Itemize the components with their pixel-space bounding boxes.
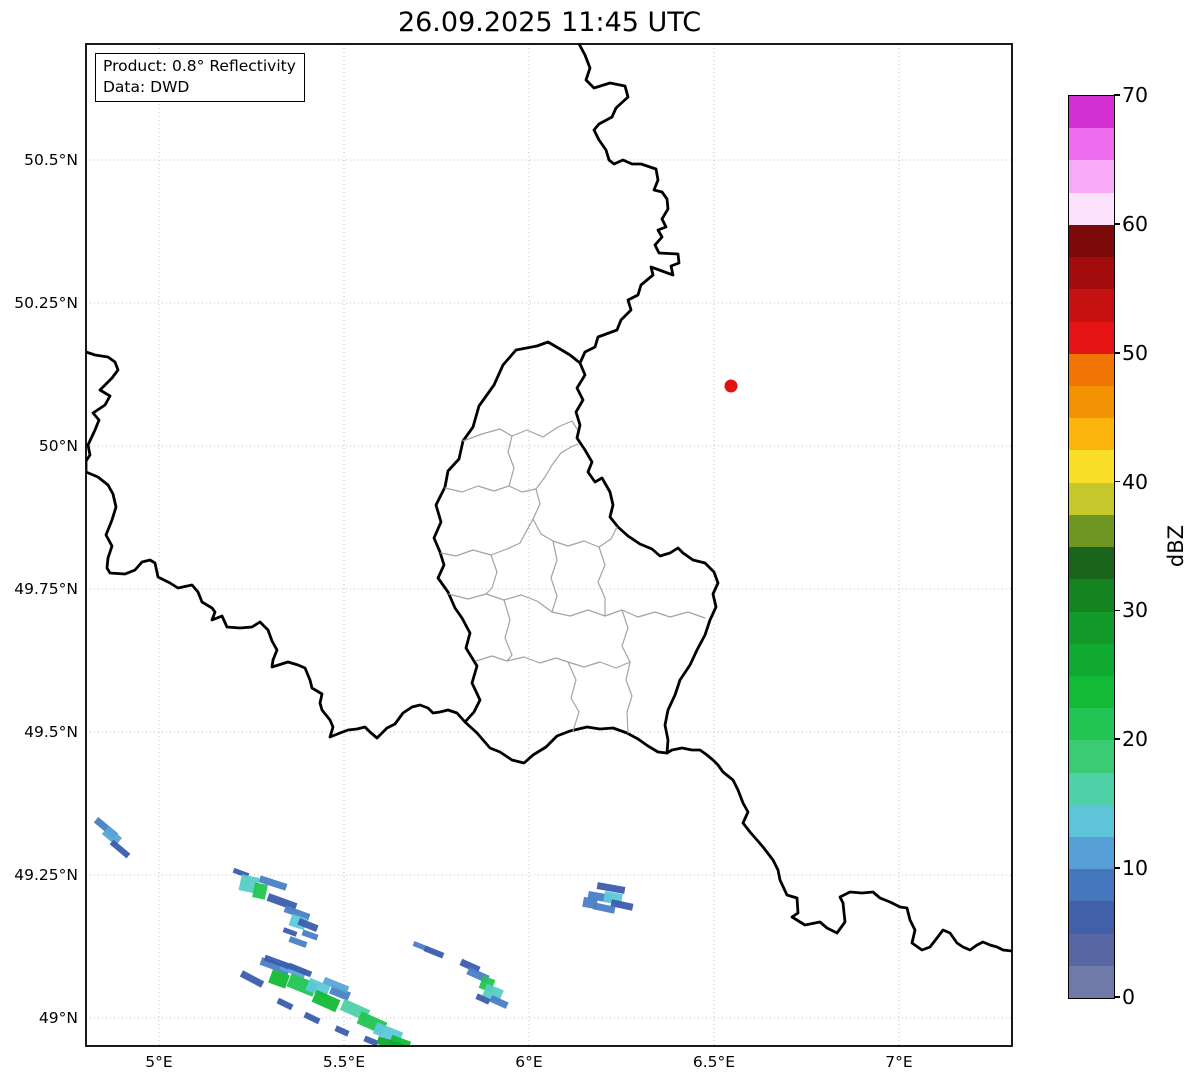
radar-echo-cell — [109, 839, 131, 859]
colorbar-segment — [1069, 547, 1114, 580]
colorbar-tick-label: 10 — [1122, 856, 1149, 881]
colorbar-segment — [1069, 450, 1114, 483]
colorbar-segment — [1069, 901, 1114, 934]
colorbar-tick-label: 0 — [1122, 985, 1136, 1009]
colorbar-tick-label: 60 — [1122, 211, 1149, 236]
y-axis-tick-label: 49.75°N — [14, 580, 78, 598]
x-axis-tick-label: 6°E — [515, 1053, 543, 1071]
luxembourg-canton-borders — [440, 420, 706, 734]
colorbar-segment — [1069, 257, 1114, 290]
colorbar-tick-label: 20 — [1122, 727, 1149, 752]
colorbar-segment — [1069, 643, 1114, 676]
colorbar — [1068, 95, 1115, 999]
colorbar-tick-mark — [1114, 738, 1120, 741]
border-france-germany — [665, 746, 1012, 953]
border-luxembourg — [432, 340, 720, 765]
map-plot — [85, 43, 1013, 1047]
colorbar-tick-label: 30 — [1122, 598, 1149, 623]
radar-echo-cell — [334, 1025, 350, 1037]
x-axis-tick-label: 5°E — [145, 1053, 173, 1071]
colorbar-segment — [1069, 708, 1114, 741]
colorbar-segment — [1069, 837, 1114, 870]
radar-echo-cell — [303, 1011, 321, 1025]
colorbar-segment — [1069, 611, 1114, 644]
x-axis-tick-label: 5.5°E — [322, 1053, 366, 1071]
y-axis-tick-label: 50.5°N — [24, 151, 78, 169]
colorbar-tick-label: 50 — [1122, 340, 1149, 365]
page-title: 26.09.2025 11:45 UTC — [397, 7, 702, 38]
colorbar-tick-mark — [1114, 351, 1120, 354]
colorbar-tick-label: 70 — [1122, 83, 1149, 107]
radar-site-marker — [724, 379, 738, 393]
colorbar-segment — [1069, 869, 1114, 902]
colorbar-segment — [1069, 96, 1114, 129]
y-axis-tick-label: 49.5°N — [24, 723, 78, 741]
border-france-belgium — [86, 350, 467, 740]
y-axis-tick-label: 49°N — [38, 1009, 78, 1027]
y-axis-tick-label: 50°N — [38, 437, 78, 455]
colorbar-segment — [1069, 772, 1114, 805]
annotation-product: Product: 0.8° Reflectivity — [103, 57, 296, 75]
radar-echo-cell — [282, 927, 298, 937]
colorbar-tick-mark — [1114, 867, 1120, 869]
gridlines — [86, 44, 1012, 1046]
radar-site-dot — [724, 379, 738, 393]
country-borders — [86, 44, 1012, 953]
colorbar-segment — [1069, 289, 1114, 322]
colorbar-segment — [1069, 514, 1114, 548]
colorbar-unit-label: dBZ — [1164, 524, 1188, 568]
plot-frame — [85, 43, 1013, 1047]
colorbar-segment — [1069, 160, 1114, 193]
radar-echo-cell — [239, 970, 265, 988]
colorbar-segment — [1069, 192, 1114, 225]
radar-figure: 26.09.2025 11:45 UTC Product: 0.8° Refle… — [0, 0, 1202, 1081]
colorbar-tick-mark — [1114, 94, 1120, 96]
annotation-source: Data: DWD — [103, 78, 190, 96]
radar-echo-cell — [276, 997, 294, 1011]
radar-echo-cell — [423, 945, 445, 959]
border-belgium-germany — [577, 44, 681, 365]
annotation-box: Product: 0.8° Reflectivity Data: DWD — [95, 53, 305, 102]
colorbar-segment — [1069, 224, 1114, 258]
colorbar-segment — [1069, 418, 1114, 451]
colorbar-tick-mark — [1114, 223, 1120, 225]
colorbar-tick-label: 40 — [1122, 469, 1149, 494]
colorbar-segment — [1069, 804, 1114, 838]
colorbar-segment — [1069, 933, 1114, 966]
y-axis-tick-label: 49.25°N — [14, 866, 78, 884]
colorbar-segment — [1069, 128, 1114, 161]
colorbar-segment — [1069, 385, 1114, 419]
colorbar-segment — [1069, 965, 1114, 999]
radar-echo-cell — [288, 936, 308, 948]
colorbar-segment — [1069, 740, 1114, 773]
x-axis-tick-label: 7°E — [885, 1053, 913, 1071]
colorbar-segment — [1069, 675, 1114, 709]
y-axis-tick-label: 50.25°N — [14, 294, 78, 312]
colorbar-tick-mark — [1114, 996, 1120, 998]
colorbar-segment — [1069, 321, 1114, 354]
colorbar-segment — [1069, 579, 1114, 612]
radar-echoes — [93, 816, 634, 1046]
colorbar-tick-mark — [1114, 609, 1120, 612]
colorbar-tick-mark — [1114, 480, 1120, 483]
radar-echo-cell — [363, 1035, 379, 1046]
colorbar-segment — [1069, 482, 1114, 515]
colorbar-segment — [1069, 353, 1114, 386]
x-axis-tick-label: 6.5°E — [692, 1053, 736, 1071]
